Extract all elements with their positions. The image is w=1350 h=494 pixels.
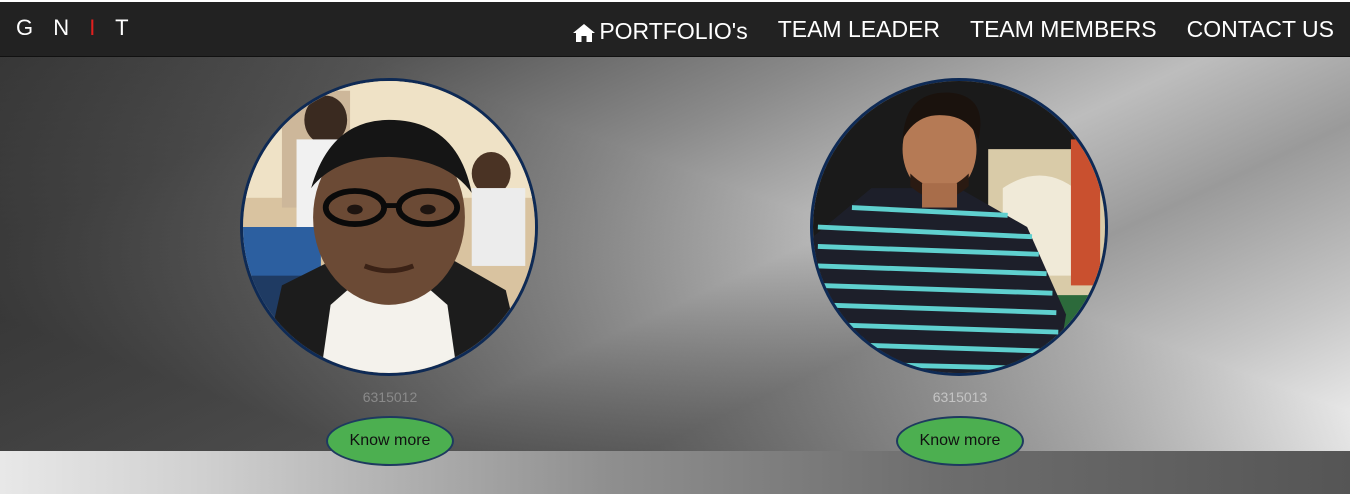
hero-background [0,57,1350,451]
home-icon [573,23,596,42]
member-photo [810,78,1108,376]
brand-text-end: T [102,15,136,40]
member-photo-image [813,81,1105,373]
nav-item-portfolio-label: PORTFOLIO's [599,18,748,44]
footer-strip [0,451,1350,494]
nav-links: PORTFOLIO's TEAM LEADER TEAM MEMBERS CON… [542,14,1334,45]
know-more-button[interactable]: Know more [896,416,1024,466]
member-photo-image [243,81,535,373]
brand-logo[interactable]: G N I T [16,15,136,41]
brand-text-start: G N [16,15,90,40]
member-registration-number: 6315012 [362,389,418,405]
member-card: 6315012 Know more [240,78,540,466]
navbar: G N I T PORTFOLIO's TEAM LEADER TEAM MEM… [0,2,1350,57]
member-registration-number: 6315013 [932,389,988,405]
brand-accent-letter: I [89,15,103,40]
nav-item-team-leader[interactable]: TEAM LEADER [778,16,940,43]
member-card: 6315013 Know more [810,78,1110,466]
know-more-button[interactable]: Know more [326,416,454,466]
nav-item-team-members[interactable]: TEAM MEMBERS [970,16,1157,43]
member-photo [240,78,538,376]
nav-item-portfolio[interactable]: PORTFOLIO's [572,18,748,45]
nav-item-contact-us[interactable]: CONTACT US [1187,16,1334,43]
